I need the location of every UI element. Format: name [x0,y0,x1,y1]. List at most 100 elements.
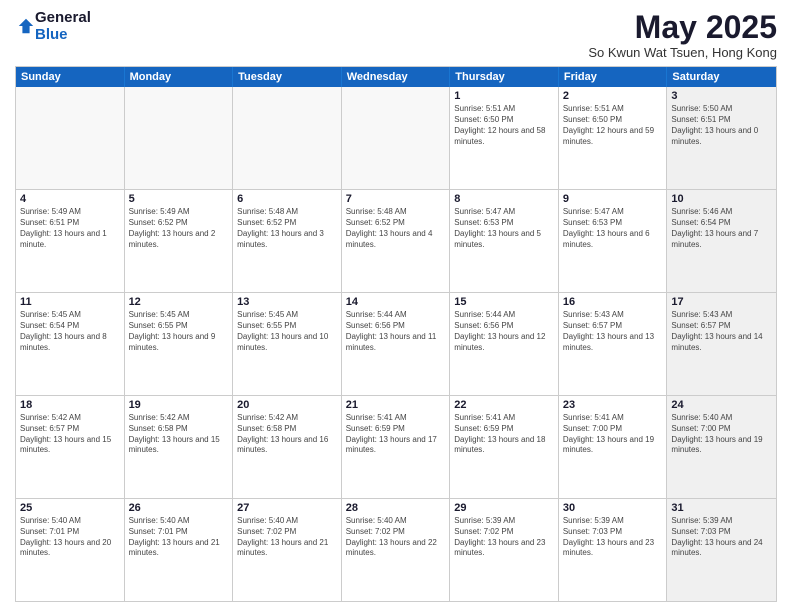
logo-general: General [35,10,91,27]
cell-info: Sunrise: 5:49 AM Sunset: 6:52 PM Dayligh… [129,207,229,250]
cell-info: Sunrise: 5:40 AM Sunset: 7:02 PM Dayligh… [237,516,337,559]
cell-info: Sunrise: 5:45 AM Sunset: 6:54 PM Dayligh… [20,310,120,353]
calendar-cell: 27 Sunrise: 5:40 AM Sunset: 7:02 PM Dayli… [233,499,342,601]
calendar-cell: 25 Sunrise: 5:40 AM Sunset: 7:01 PM Dayli… [16,499,125,601]
cell-info: Sunrise: 5:45 AM Sunset: 6:55 PM Dayligh… [237,310,337,353]
calendar-cell: 14 Sunrise: 5:44 AM Sunset: 6:56 PM Dayli… [342,293,451,395]
header-day: Saturday [667,67,776,87]
day-number: 25 [20,502,120,514]
calendar-cell [16,87,125,189]
header-day: Tuesday [233,67,342,87]
calendar-cell: 23 Sunrise: 5:41 AM Sunset: 7:00 PM Dayli… [559,396,668,498]
page: General Blue May 2025 So Kwun Wat Tsuen,… [0,0,792,612]
day-number: 4 [20,193,120,205]
cell-info: Sunrise: 5:41 AM Sunset: 6:59 PM Dayligh… [346,413,446,456]
calendar-cell: 15Sunrise: 5:44 AM Sunset: 6:56 PM Dayli… [450,293,559,395]
calendar-cell [342,87,451,189]
calendar-cell: 1 Sunrise: 5:51 AM Sunset: 6:50 PM Daylig… [450,87,559,189]
calendar-cell: 13 Sunrise: 5:45 AM Sunset: 6:55 PM Dayli… [233,293,342,395]
day-number: 1 [454,90,554,102]
calendar-cell: 21 Sunrise: 5:41 AM Sunset: 6:59 PM Dayli… [342,396,451,498]
day-number: 8 [454,193,554,205]
calendar: SundayMondayTuesdayWednesdayThursdayFrid… [15,66,777,602]
calendar-cell: 10 Sunrise: 5:46 AM Sunset: 6:54 PM Dayli… [667,190,776,292]
cell-info: Sunrise: 5:42 AM Sunset: 6:57 PM Dayligh… [20,413,120,456]
logo-blue: Blue [35,27,91,44]
cell-info: Sunrise: 5:51 AM Sunset: 6:50 PM Dayligh… [563,104,663,147]
calendar-cell: 20Sunrise: 5:42 AM Sunset: 6:58 PM Dayli… [233,396,342,498]
day-number: 24 [671,399,772,411]
day-number: 27 [237,502,337,514]
cell-info: Sunrise: 5:44 AM Sunset: 6:56 PM Dayligh… [346,310,446,353]
calendar-cell [233,87,342,189]
day-number: 12 [129,296,229,308]
calendar-cell: 26 Sunrise: 5:40 AM Sunset: 7:01 PM Dayli… [125,499,234,601]
calendar-cell: 3 Sunrise: 5:50 AM Sunset: 6:51 PM Daylig… [667,87,776,189]
day-number: 21 [346,399,446,411]
cell-info: Sunrise: 5:40 AM Sunset: 7:01 PM Dayligh… [20,516,120,559]
calendar-cell: 7 Sunrise: 5:48 AM Sunset: 6:52 PM Daylig… [342,190,451,292]
day-number: 3 [671,90,772,102]
cell-info: Sunrise: 5:40 AM Sunset: 7:00 PM Dayligh… [671,413,772,456]
day-number: 18 [20,399,120,411]
cell-info: Sunrise: 5:44 AM Sunset: 6:56 PM Dayligh… [454,310,554,353]
day-number: 23 [563,399,663,411]
cell-info: Sunrise: 5:41 AM Sunset: 6:59 PM Dayligh… [454,413,554,456]
calendar-cell: 18 Sunrise: 5:42 AM Sunset: 6:57 PM Dayli… [16,396,125,498]
calendar-cell: 30 Sunrise: 5:39 AM Sunset: 7:03 PM Dayli… [559,499,668,601]
day-number: 9 [563,193,663,205]
calendar-cell: 8Sunrise: 5:47 AM Sunset: 6:53 PM Daylig… [450,190,559,292]
title-block: May 2025 So Kwun Wat Tsuen, Hong Kong [588,10,777,60]
header-day: Thursday [450,67,559,87]
calendar-cell: 16Sunrise: 5:43 AM Sunset: 6:57 PM Dayli… [559,293,668,395]
day-number: 28 [346,502,446,514]
calendar-cell: 4Sunrise: 5:49 AM Sunset: 6:51 PM Daylig… [16,190,125,292]
cell-info: Sunrise: 5:46 AM Sunset: 6:54 PM Dayligh… [671,207,772,250]
header-day: Monday [125,67,234,87]
day-number: 30 [563,502,663,514]
cell-info: Sunrise: 5:40 AM Sunset: 7:01 PM Dayligh… [129,516,229,559]
calendar-cell: 22 Sunrise: 5:41 AM Sunset: 6:59 PM Dayli… [450,396,559,498]
day-number: 22 [454,399,554,411]
logo-text: General Blue [35,10,91,43]
cell-info: Sunrise: 5:42 AM Sunset: 6:58 PM Dayligh… [129,413,229,456]
calendar-cell: 2Sunrise: 5:51 AM Sunset: 6:50 PM Daylig… [559,87,668,189]
calendar-row: 1 Sunrise: 5:51 AM Sunset: 6:50 PM Daylig… [16,87,776,190]
cell-info: Sunrise: 5:50 AM Sunset: 6:51 PM Dayligh… [671,104,772,147]
calendar-cell: 31Sunrise: 5:39 AM Sunset: 7:03 PM Dayli… [667,499,776,601]
day-number: 29 [454,502,554,514]
cell-info: Sunrise: 5:39 AM Sunset: 7:03 PM Dayligh… [563,516,663,559]
calendar-cell: 24 Sunrise: 5:40 AM Sunset: 7:00 PM Dayli… [667,396,776,498]
cell-info: Sunrise: 5:43 AM Sunset: 6:57 PM Dayligh… [671,310,772,353]
calendar-row: 18 Sunrise: 5:42 AM Sunset: 6:57 PM Dayli… [16,396,776,499]
day-number: 14 [346,296,446,308]
day-number: 20 [237,399,337,411]
logo-icon [17,17,35,35]
calendar-row: 11 Sunrise: 5:45 AM Sunset: 6:54 PM Dayli… [16,293,776,396]
calendar-subtitle: So Kwun Wat Tsuen, Hong Kong [588,45,777,60]
calendar-cell: 6Sunrise: 5:48 AM Sunset: 6:52 PM Daylig… [233,190,342,292]
calendar-row: 4Sunrise: 5:49 AM Sunset: 6:51 PM Daylig… [16,190,776,293]
calendar-header: SundayMondayTuesdayWednesdayThursdayFrid… [16,67,776,87]
cell-info: Sunrise: 5:51 AM Sunset: 6:50 PM Dayligh… [454,104,554,147]
logo: General Blue [15,10,91,43]
header-day: Sunday [16,67,125,87]
day-number: 11 [20,296,120,308]
cell-info: Sunrise: 5:41 AM Sunset: 7:00 PM Dayligh… [563,413,663,456]
calendar-title: May 2025 [588,10,777,45]
calendar-row: 25 Sunrise: 5:40 AM Sunset: 7:01 PM Dayli… [16,499,776,601]
calendar-cell: 9 Sunrise: 5:47 AM Sunset: 6:53 PM Daylig… [559,190,668,292]
day-number: 5 [129,193,229,205]
cell-info: Sunrise: 5:47 AM Sunset: 6:53 PM Dayligh… [563,207,663,250]
day-number: 7 [346,193,446,205]
calendar-cell: 5 Sunrise: 5:49 AM Sunset: 6:52 PM Daylig… [125,190,234,292]
calendar-body: 1 Sunrise: 5:51 AM Sunset: 6:50 PM Daylig… [16,87,776,601]
calendar-cell: 29Sunrise: 5:39 AM Sunset: 7:02 PM Dayli… [450,499,559,601]
day-number: 26 [129,502,229,514]
day-number: 10 [671,193,772,205]
cell-info: Sunrise: 5:48 AM Sunset: 6:52 PM Dayligh… [346,207,446,250]
cell-info: Sunrise: 5:43 AM Sunset: 6:57 PM Dayligh… [563,310,663,353]
calendar-cell [125,87,234,189]
day-number: 17 [671,296,772,308]
day-number: 13 [237,296,337,308]
